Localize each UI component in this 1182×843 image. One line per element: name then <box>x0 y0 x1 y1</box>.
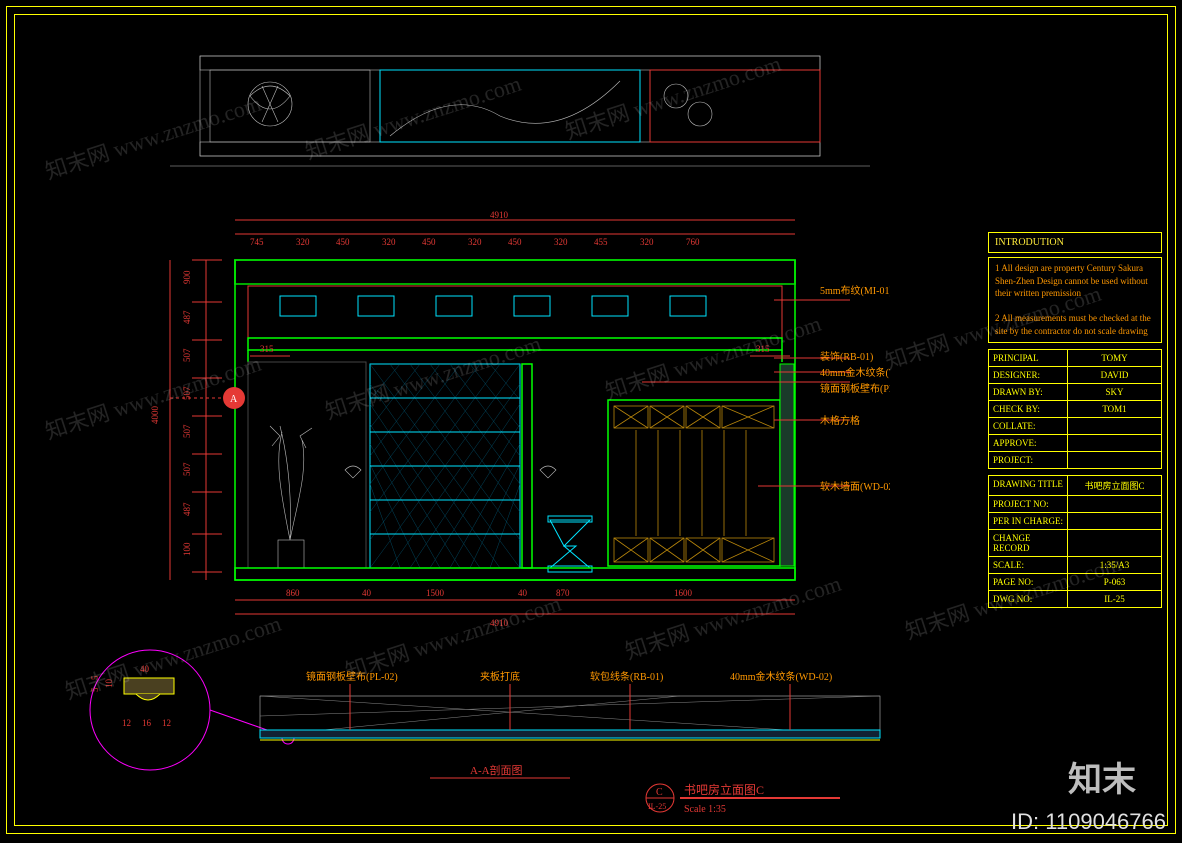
svg-text:315: 315 <box>756 344 770 354</box>
svg-text:书吧房立面图C: 书吧房立面图C <box>684 782 764 797</box>
svg-text:507: 507 <box>182 348 192 362</box>
titleblock-table-2: DRAWING TITLE书吧房立面图C PROJECT NO: PER IN … <box>988 475 1162 608</box>
svg-text:450: 450 <box>336 237 350 247</box>
intro-header: INTRODUTION <box>988 232 1162 253</box>
svg-text:C: C <box>656 787 663 798</box>
titleblock: INTRODUTION 1 All design are property Ce… <box>988 232 1162 608</box>
svg-text:镜面钢板壁布(PL-02): 镜面钢板壁布(PL-02) <box>306 670 398 683</box>
svg-text:5: 5 <box>90 687 100 692</box>
svg-text:1600: 1600 <box>674 588 693 598</box>
svg-text:1500: 1500 <box>426 588 445 598</box>
svg-text:507: 507 <box>182 462 192 476</box>
svg-text:10: 10 <box>104 679 114 689</box>
svg-text:760: 760 <box>686 237 700 247</box>
svg-text:40: 40 <box>518 588 528 598</box>
svg-text:软包线条(RB-01): 软包线条(RB-01) <box>590 670 663 683</box>
svg-text:870: 870 <box>556 588 570 598</box>
svg-text:4910: 4910 <box>490 210 509 220</box>
svg-text:16: 16 <box>142 718 152 728</box>
upper-cabinets-drawing <box>170 26 870 196</box>
svg-text:40: 40 <box>140 664 150 674</box>
svg-text:A-A剖面图: A-A剖面图 <box>470 763 523 777</box>
svg-text:5: 5 <box>90 675 100 680</box>
svg-text:12: 12 <box>122 718 131 728</box>
svg-text:315: 315 <box>260 344 274 354</box>
svg-text:装饰(RB-01): 装饰(RB-01) <box>820 350 873 363</box>
elevation-drawing: 900 487 507 507 507 507 487 100 4000 491… <box>130 200 890 660</box>
svg-text:320: 320 <box>296 237 310 247</box>
titleblock-table-1: PRINCIPALTOMY DESIGNER:DAVID DRAWN BY:SK… <box>988 349 1162 469</box>
svg-text:487: 487 <box>182 310 192 324</box>
svg-text:745: 745 <box>250 237 264 247</box>
svg-text:487: 487 <box>182 502 192 516</box>
svg-text:镜面钢板壁布(PL-02): 镜面钢板壁布(PL-02) <box>820 382 890 395</box>
svg-text:A: A <box>230 394 238 405</box>
svg-text:320: 320 <box>382 237 396 247</box>
svg-text:320: 320 <box>640 237 654 247</box>
svg-text:40: 40 <box>362 588 372 598</box>
svg-text:320: 320 <box>554 237 568 247</box>
intro-body: 1 All design are property Century Sakura… <box>988 257 1162 343</box>
svg-text:夹板打底: 夹板打底 <box>480 670 520 683</box>
svg-text:450: 450 <box>422 237 436 247</box>
svg-text:455: 455 <box>594 237 608 247</box>
svg-text:860: 860 <box>286 588 300 598</box>
svg-text:40mm金木纹条(WD-02): 40mm金木纹条(WD-02) <box>730 670 832 683</box>
svg-text:100: 100 <box>182 542 192 556</box>
svg-text:12: 12 <box>162 718 171 728</box>
svg-text:900: 900 <box>182 270 192 284</box>
svg-text:507: 507 <box>182 424 192 438</box>
svg-text:450: 450 <box>508 237 522 247</box>
svg-text:软木墙面(WD-02): 软木墙面(WD-02) <box>820 480 890 493</box>
svg-text:Scale 1:35: Scale 1:35 <box>684 804 726 815</box>
svg-text:4000: 4000 <box>150 406 160 425</box>
zm-logo: 知末 <box>1068 752 1136 801</box>
view-tag: C IL-25 书吧房立面图C Scale 1:35 <box>640 776 860 826</box>
svg-text:4910: 4910 <box>490 618 509 628</box>
svg-text:320: 320 <box>468 237 482 247</box>
svg-text:IL-25: IL-25 <box>648 802 666 811</box>
image-id: ID: 1109046766 <box>1011 809 1166 835</box>
svg-text:40mm金木纹条(WD-02): 40mm金木纹条(WD-02) <box>820 366 890 379</box>
svg-text:5mm布纹(MI-01): 5mm布纹(MI-01) <box>820 284 890 297</box>
svg-text:木格方格: 木格方格 <box>820 414 860 427</box>
